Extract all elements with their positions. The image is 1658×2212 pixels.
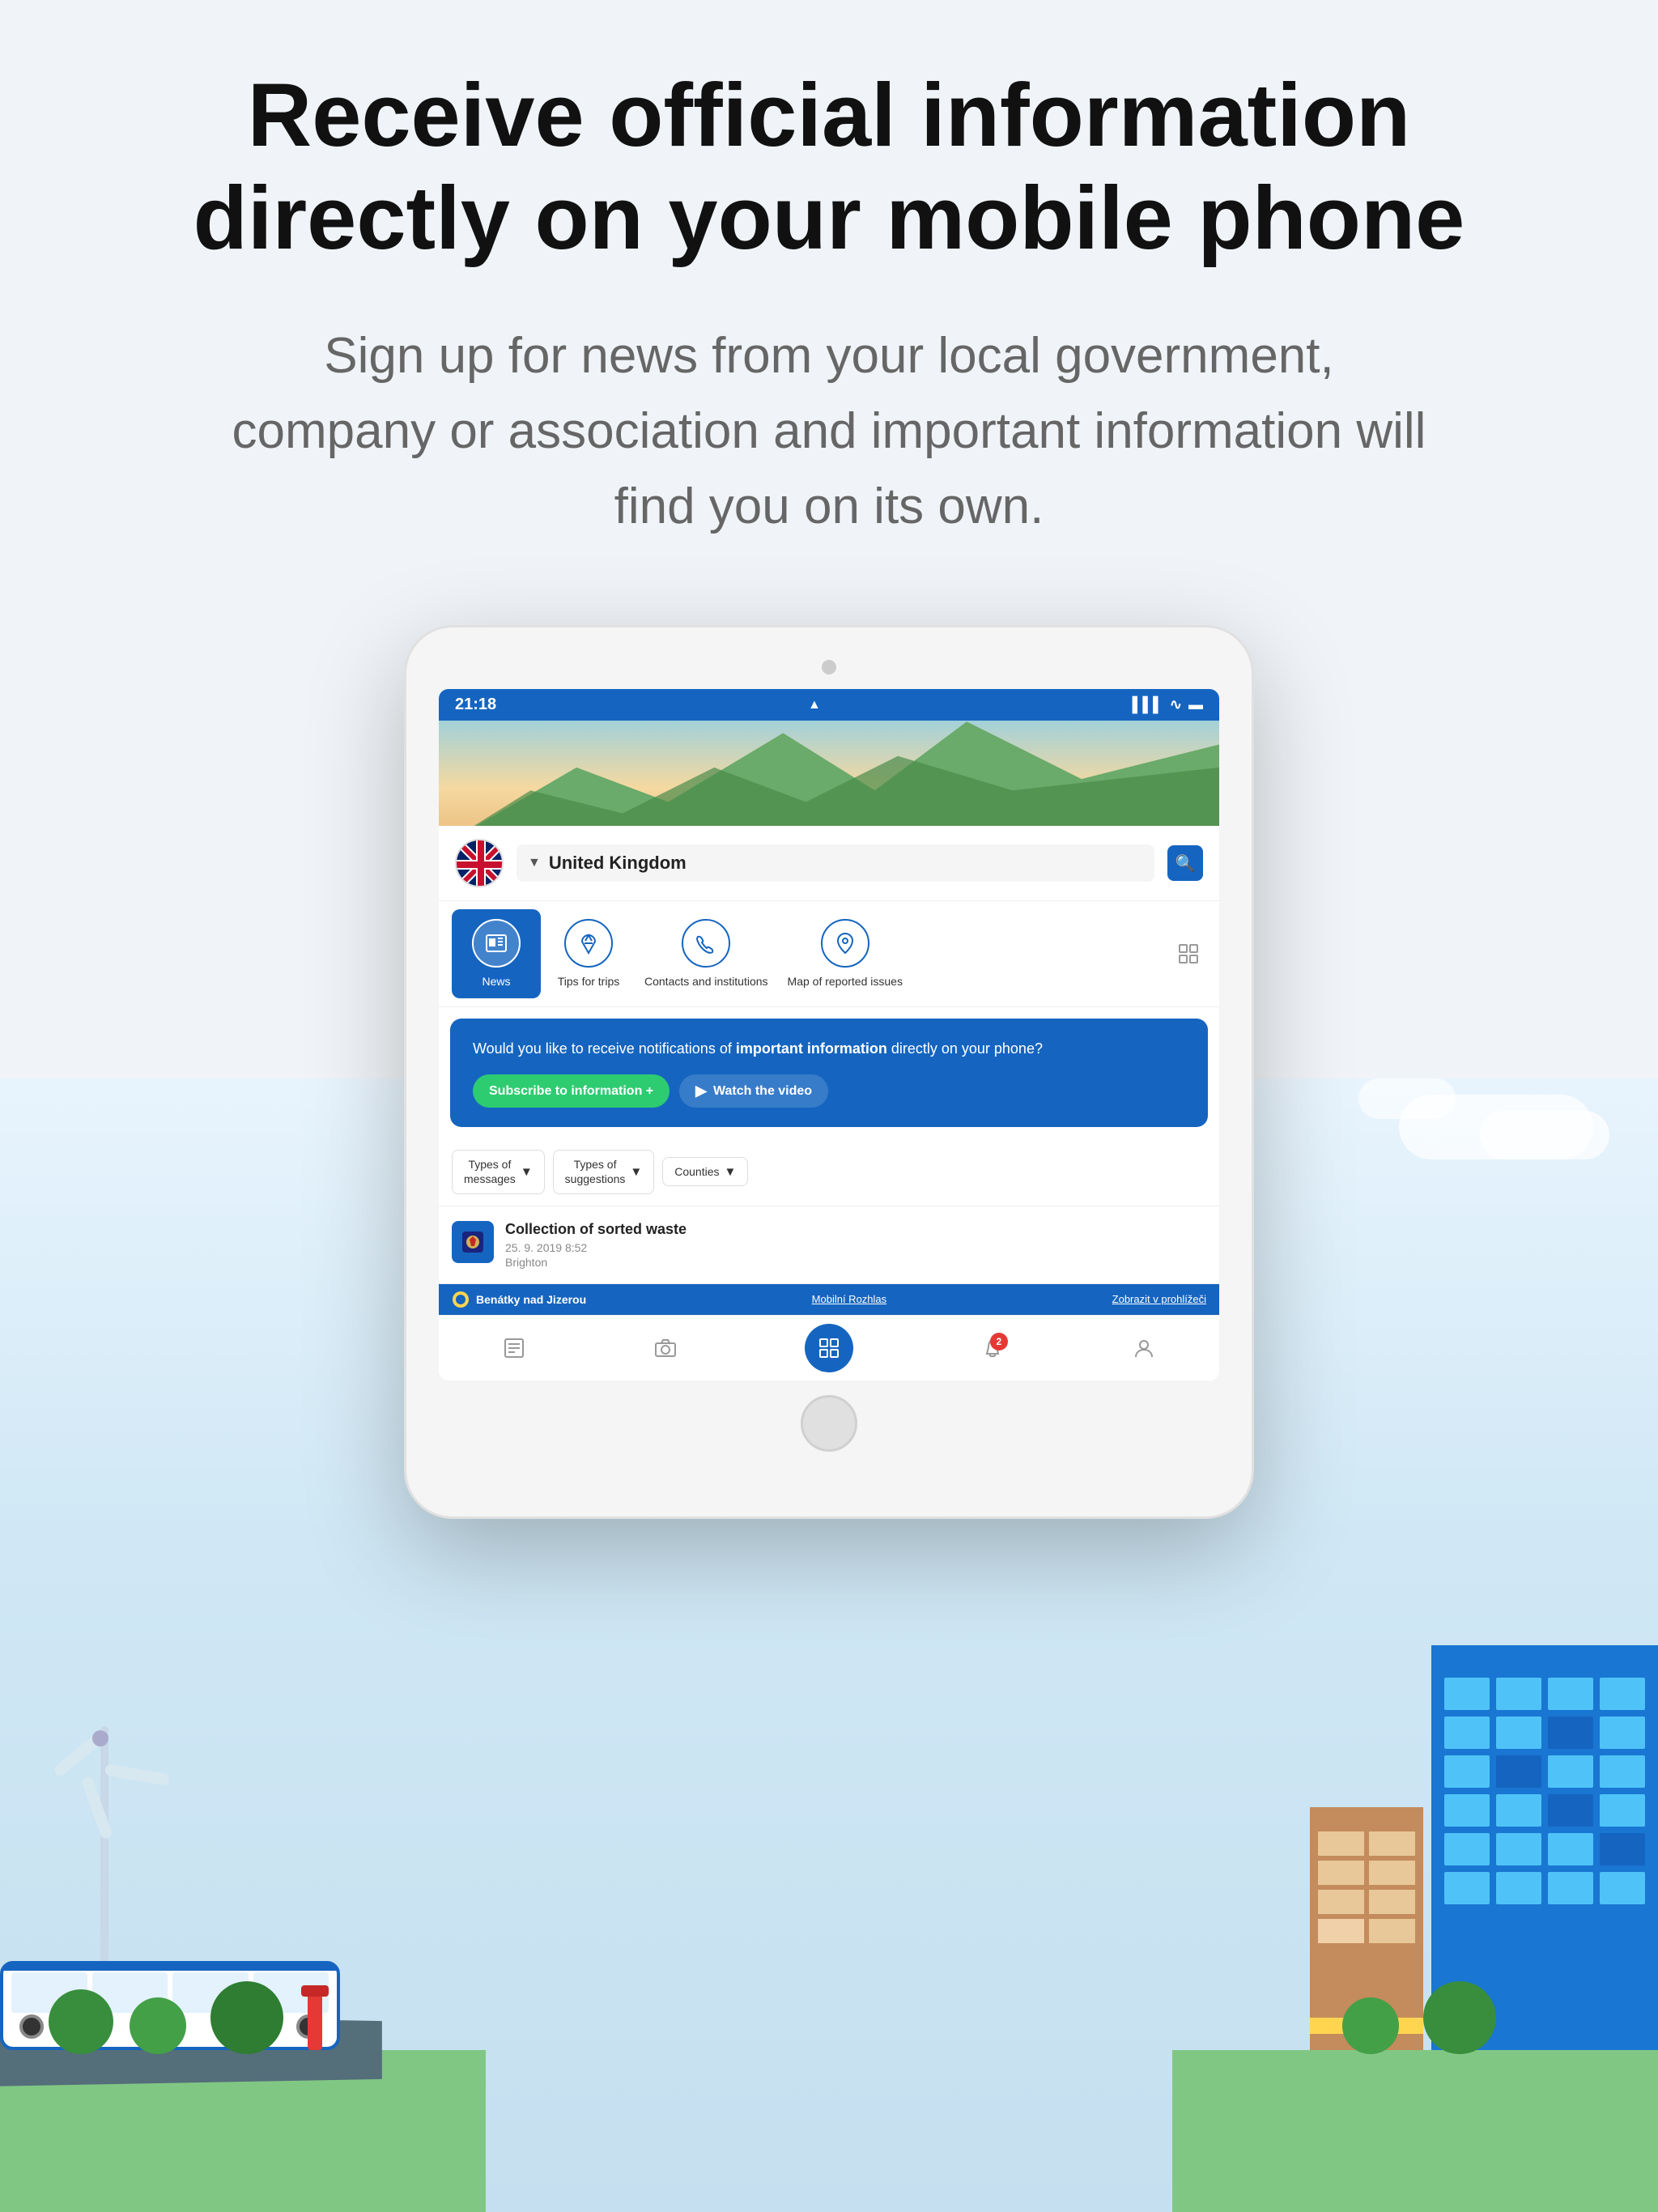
battery-icon: ▬ (1188, 696, 1203, 713)
signal-icon: ▌▌▌ (1133, 696, 1163, 713)
uk-flag[interactable] (455, 839, 504, 887)
bottom-bar-link1[interactable]: Mobilní Rozhlas (812, 1293, 887, 1305)
app-nav-grid[interactable] (805, 1324, 853, 1372)
tablet-mockup: 21:18 ▲ ▌▌▌ ∿ ▬ (404, 625, 1254, 1519)
info-text-end: directly on your phone? (887, 1040, 1043, 1057)
trips-icon-circle (564, 919, 613, 968)
red-post (308, 1985, 322, 2050)
filter-counties-label: Counties (674, 1164, 719, 1179)
bottom-bar-logo: Benátky nad Jizerou (452, 1291, 586, 1308)
status-icons: ▌▌▌ ∿ ▬ (1133, 696, 1203, 713)
contacts-icon-circle (682, 919, 730, 968)
filter-messages-arrow: ▼ (521, 1165, 533, 1179)
filter-types-messages[interactable]: Types ofmessages ▼ (452, 1150, 545, 1193)
app-nav-camera[interactable] (653, 1336, 678, 1360)
bottom-bar-link2[interactable]: Zobrazit v prohlížeči (1112, 1293, 1206, 1305)
watch-label: Watch the video (713, 1084, 812, 1099)
list-item-date: 25. 9. 2019 8:52 (505, 1241, 1206, 1254)
app-bottom-bar: Benátky nad Jizerou Mobilní Rozhlas Zobr… (439, 1284, 1219, 1315)
info-text-normal: Would you like to receive notifications … (473, 1040, 736, 1057)
location-arrow: ▼ (528, 856, 541, 870)
location-selector[interactable]: ▼ United Kingdom (517, 844, 1154, 882)
subscribe-label: Subscribe to information + (489, 1084, 653, 1099)
nav-label-trips: Tips for trips (558, 974, 620, 989)
news-icon-circle (472, 919, 521, 968)
subscribe-button[interactable]: Subscribe to information + (473, 1074, 670, 1108)
filter-suggestions-arrow: ▼ (630, 1165, 642, 1179)
location-name: United Kingdom (549, 853, 687, 874)
page-wrapper: Receive official information directly on… (0, 0, 1658, 1519)
list-item-icon (452, 1221, 494, 1263)
hero-subtitle: Sign up for news from your local governm… (222, 318, 1436, 544)
filter-messages-label: Types ofmessages (464, 1157, 516, 1186)
info-card: Would you like to receive notifications … (450, 1019, 1208, 1127)
nav-item-news[interactable]: News (452, 909, 541, 998)
search-icon: 🔍 (1175, 853, 1196, 874)
status-location-icon: ▲ (808, 698, 821, 713)
list-item-location: Brighton (505, 1256, 1206, 1269)
status-bar: 21:18 ▲ ▌▌▌ ∿ ▬ (439, 689, 1219, 721)
filter-row: Types ofmessages ▼ Types ofsuggestions ▼… (439, 1138, 1219, 1206)
nav-label-map: Map of reported issues (788, 974, 903, 989)
app-nav-profile[interactable] (1132, 1336, 1156, 1360)
filter-counties-arrow: ▼ (725, 1165, 737, 1179)
app-nav-messages[interactable] (502, 1336, 526, 1360)
tablet-home-button[interactable] (801, 1395, 857, 1452)
filter-types-suggestions[interactable]: Types ofsuggestions ▼ (553, 1150, 655, 1193)
nav-label-contacts: Contacts and institutions (644, 974, 768, 989)
app-header-image (439, 721, 1219, 826)
tree-right-1 (1423, 1981, 1496, 2054)
status-time: 21:18 (455, 696, 496, 714)
tablet-camera (822, 660, 836, 674)
info-card-buttons: Subscribe to information + ▶ Watch the v… (473, 1074, 1185, 1108)
app-nav-notifications[interactable]: 2 (980, 1336, 1005, 1360)
nav-item-trips[interactable]: Tips for trips (544, 909, 633, 998)
location-bar: ▼ United Kingdom 🔍 (439, 826, 1219, 901)
filter-counties[interactable]: Counties ▼ (662, 1157, 748, 1186)
ground-right (1172, 2050, 1658, 2212)
info-card-text: Would you like to receive notifications … (473, 1038, 1185, 1060)
nav-label-news: News (482, 974, 510, 989)
info-text-bold: important information (736, 1040, 887, 1057)
list-item-title: Collection of sorted waste (505, 1221, 1206, 1238)
tablet-screen: 21:18 ▲ ▌▌▌ ∿ ▬ (439, 689, 1219, 1380)
bottom-bar-city: Benátky nad Jizerou (476, 1293, 586, 1306)
map-icon-circle (821, 919, 869, 968)
nav-icons-row: News Tips for trips (439, 901, 1219, 1007)
nav-item-contacts[interactable]: Contacts and institutions (636, 909, 776, 998)
search-button[interactable]: 🔍 (1167, 845, 1203, 881)
wifi-icon: ∿ (1170, 696, 1182, 713)
list-item: Collection of sorted waste 25. 9. 2019 8… (439, 1206, 1219, 1284)
app-nav-bar: 2 (439, 1315, 1219, 1380)
nav-grid-button[interactable] (1171, 936, 1206, 972)
nav-item-map[interactable]: Map of reported issues (780, 909, 911, 998)
filter-suggestions-label: Types ofsuggestions (565, 1157, 626, 1186)
watch-video-button[interactable]: ▶ Watch the video (679, 1074, 828, 1108)
notification-badge: 2 (990, 1333, 1008, 1351)
list-item-content: Collection of sorted waste 25. 9. 2019 8… (505, 1221, 1206, 1269)
play-icon: ▶ (695, 1083, 707, 1100)
hero-title: Receive official information directly on… (141, 65, 1517, 270)
tree-left-1 (49, 1989, 113, 2054)
